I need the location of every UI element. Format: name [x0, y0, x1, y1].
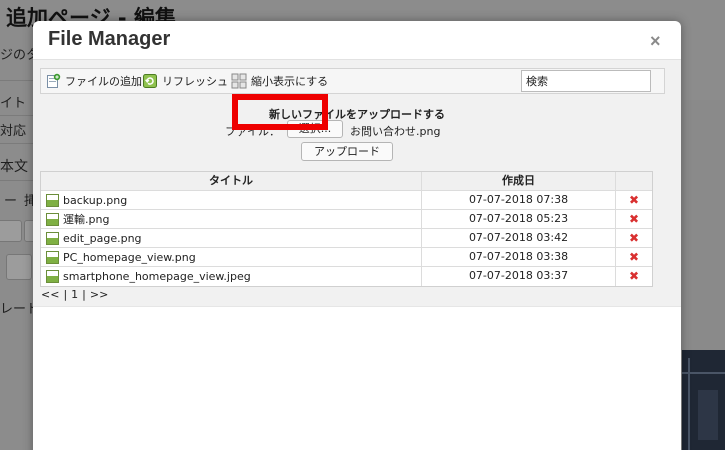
image-file-icon	[46, 270, 59, 283]
delete-icon[interactable]: ✖	[629, 269, 639, 283]
thumbnail-view-label: 縮小表示にする	[251, 75, 329, 88]
file-toolbar: ファイルの追加 リフレッシュ 縮小表示にする 検索	[40, 68, 665, 94]
file-name[interactable]: smartphone_homepage_view.jpeg	[63, 268, 251, 286]
file-name-cell[interactable]: smartphone_homepage_view.jpeg	[41, 267, 422, 286]
bg-thumbnail-image	[682, 350, 725, 450]
table-header-row: タイトル 作成日	[41, 172, 652, 191]
file-name-cell[interactable]: PC_homepage_view.png	[41, 248, 422, 267]
table-row[interactable]: backup.png 07-07-2018 07:38 ✖	[41, 191, 652, 210]
add-file-label: ファイルの追加	[65, 75, 142, 88]
upload-button[interactable]: アップロード	[301, 142, 393, 161]
pagination-page[interactable]: 1	[71, 288, 78, 301]
delete-cell: ✖	[616, 191, 652, 210]
pagination-first[interactable]: <<	[41, 288, 59, 301]
image-file-icon	[46, 194, 59, 207]
file-date: 07-07-2018 03:37	[422, 267, 616, 286]
chosen-file-name: お問い合わせ.png	[350, 125, 441, 138]
column-header-title[interactable]: タイトル	[41, 172, 422, 191]
table-row[interactable]: smartphone_homepage_view.jpeg 07-07-2018…	[41, 267, 652, 286]
delete-cell: ✖	[616, 210, 652, 229]
file-name[interactable]: 運輸.png	[63, 211, 109, 229]
bg-fragment: イト	[0, 96, 27, 111]
delete-icon[interactable]: ✖	[629, 212, 639, 226]
file-date: 07-07-2018 05:23	[422, 210, 616, 229]
divider	[0, 143, 33, 144]
file-name[interactable]: edit_page.png	[63, 230, 142, 248]
bg-fragment: 対応	[0, 124, 27, 139]
bg-toolbar-button	[0, 220, 22, 242]
bg-fragment: ー	[4, 194, 18, 209]
file-name-cell[interactable]: backup.png	[41, 191, 422, 210]
image-file-icon	[46, 232, 59, 245]
modal-body: ファイルの追加 リフレッシュ 縮小表示にする 検索 新しいファイルをアップロード…	[33, 60, 681, 306]
divider	[0, 80, 33, 81]
image-file-icon	[46, 251, 59, 264]
file-name-cell[interactable]: 運輸.png	[41, 210, 422, 229]
close-icon[interactable]: ×	[650, 31, 661, 52]
delete-icon[interactable]: ✖	[629, 193, 639, 207]
divider	[0, 115, 33, 116]
table-row[interactable]: 運輸.png 07-07-2018 05:23 ✖	[41, 210, 652, 229]
table-row[interactable]: PC_homepage_view.png 07-07-2018 03:38 ✖	[41, 248, 652, 267]
refresh-button[interactable]: リフレッシュ	[142, 72, 228, 90]
file-date: 07-07-2018 03:42	[422, 229, 616, 248]
column-header-actions	[616, 172, 652, 191]
pagination-last[interactable]: >>	[90, 288, 108, 301]
add-file-button[interactable]: ファイルの追加	[45, 72, 142, 90]
grid-icon	[231, 73, 247, 89]
thumbnail-view-button[interactable]: 縮小表示にする	[231, 72, 328, 90]
file-date: 07-07-2018 07:38	[422, 191, 616, 210]
modal-header: File Manager ×	[33, 21, 681, 59]
delete-cell: ✖	[616, 267, 652, 286]
file-date: 07-07-2018 03:38	[422, 248, 616, 267]
highlight-box	[232, 94, 328, 130]
bg-list-button	[6, 254, 32, 280]
bg-fragment: 本文	[0, 159, 28, 175]
refresh-label: リフレッシュ	[162, 75, 228, 88]
add-file-icon	[45, 73, 61, 89]
delete-icon[interactable]: ✖	[629, 250, 639, 264]
pagination-separator: |	[63, 288, 68, 301]
pagination-separator: |	[82, 288, 86, 301]
image-file-icon	[46, 213, 59, 226]
search-input[interactable]	[521, 70, 651, 92]
upload-heading: 新しいファイルをアップロードする	[269, 108, 445, 121]
delete-cell: ✖	[616, 229, 652, 248]
delete-icon[interactable]: ✖	[629, 231, 639, 245]
file-manager-modal: File Manager × ファイルの追加 リフレッシュ 縮小表示にする 検索…	[33, 21, 681, 450]
file-name-cell[interactable]: edit_page.png	[41, 229, 422, 248]
file-name[interactable]: PC_homepage_view.png	[63, 249, 196, 267]
modal-title: File Manager	[48, 28, 171, 50]
refresh-icon	[142, 73, 158, 89]
modal-preview-area	[33, 306, 681, 450]
pagination: << | 1 | >>	[41, 288, 112, 301]
divider	[0, 180, 33, 181]
file-table: タイトル 作成日 backup.png 07-07-2018 07:38 ✖ 運…	[40, 171, 653, 287]
table-row[interactable]: edit_page.png 07-07-2018 03:42 ✖	[41, 229, 652, 248]
delete-cell: ✖	[616, 248, 652, 267]
file-name[interactable]: backup.png	[63, 192, 127, 210]
column-header-created[interactable]: 作成日	[422, 172, 616, 191]
